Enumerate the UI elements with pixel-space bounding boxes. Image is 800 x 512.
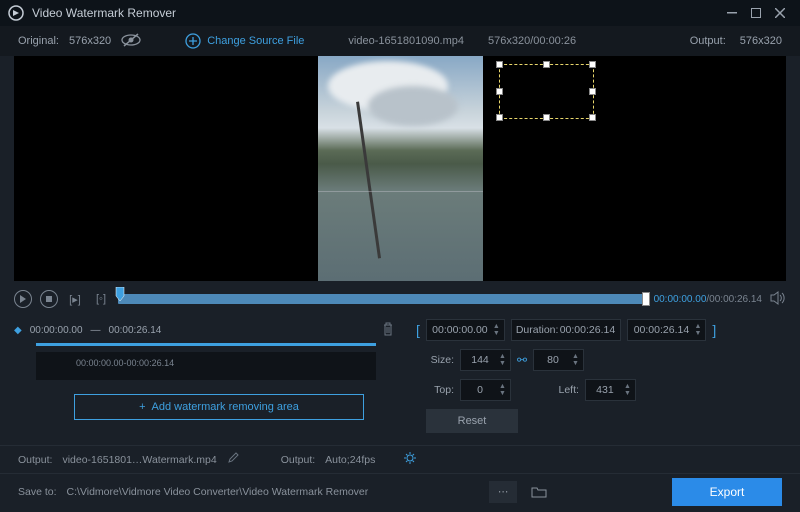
segment-track[interactable]: 00:00:00.00-00:00:26.14 [36,352,376,380]
save-bar: Save to: C:\Vidmore\Vidmore Video Conver… [0,473,800,509]
spin-up[interactable]: ▲ [499,383,506,390]
open-folder-button[interactable] [527,481,551,503]
app-title: Video Watermark Remover [32,6,720,20]
preview-toggle-icon[interactable] [121,33,141,50]
close-button[interactable] [768,1,792,25]
original-dimensions: 576x320 [69,35,111,47]
browse-path-button[interactable]: ⋯ [489,481,517,503]
segment-range-label: 00:00:00.00-00:00:26.14 [76,358,174,368]
change-source-label: Change Source File [207,35,304,47]
export-button[interactable]: Export [672,478,782,506]
top-field[interactable]: 0▲▼ [460,379,511,401]
snapshot-button[interactable]: [◦] [92,290,110,308]
source-fileinfo: 576x320/00:00:26 [488,35,576,47]
edit-output-name-button[interactable] [227,452,239,467]
plus-icon: + [139,401,145,413]
segment-end: 00:00:26.14 [109,325,162,336]
width-field[interactable]: 144▲▼ [460,349,511,371]
time-display: 00:00:00.00/00:00:26.14 [654,294,762,305]
segment-dash: — [91,325,101,336]
output-bar: Output: video-1651801…Watermark.mp4 Outp… [0,445,800,473]
segment-start: 00:00:00.00 [30,325,83,336]
spin-up[interactable]: ▲ [572,353,579,360]
range-duration-field[interactable]: Duration:00:00:26.14 [511,319,622,341]
height-field[interactable]: 80▲▼ [533,349,584,371]
spin-up[interactable]: ▲ [694,323,701,330]
info-bar: Original: 576x320 Change Source File vid… [0,26,800,56]
titlebar: Video Watermark Remover [0,0,800,26]
scrub-handle-icon[interactable] [115,287,123,303]
output-file-label: Output: [18,454,52,466]
spin-up[interactable]: ▲ [493,323,500,330]
spin-up[interactable]: ▲ [499,353,506,360]
reset-button[interactable]: Reset [426,409,518,433]
lower-panels: ◆ 00:00:00.00 — 00:00:26.14 00:00:00.00-… [0,313,800,441]
range-start-bracket-button[interactable]: [ [416,322,420,338]
play-button[interactable] [14,290,32,308]
size-label: Size: [416,354,454,366]
spin-down[interactable]: ▼ [694,330,701,337]
delete-segment-button[interactable] [382,322,394,339]
spin-down[interactable]: ▼ [493,330,500,337]
plus-circle-icon [185,33,201,49]
add-watermark-area-button[interactable]: + Add watermark removing area [74,394,364,420]
range-end-bracket-button[interactable]: ] [712,322,716,338]
volume-button[interactable] [770,291,786,308]
saveto-label: Save to: [18,486,57,498]
app-logo-icon [8,5,24,21]
segment-progress [36,343,376,346]
maximize-button[interactable] [744,1,768,25]
spin-down[interactable]: ▼ [499,390,506,397]
segment-icon: ◆ [14,325,22,336]
left-label: Left: [541,384,579,396]
range-start-field[interactable]: 00:00:00.00▲▼ [426,319,505,341]
change-source-button[interactable]: Change Source File [185,33,304,49]
save-path: C:\Vidmore\Vidmore Video Converter\Video… [67,486,369,498]
link-dimensions-button[interactable]: ⚯ [517,353,527,367]
output-label: Output: [690,35,726,47]
preview-area [14,56,786,281]
step-forward-button[interactable]: [▸] [66,290,84,308]
top-label: Top: [416,384,454,396]
output-settings-button[interactable] [403,451,417,468]
add-area-label: Add watermark removing area [152,401,299,413]
timeline-scrubber[interactable] [118,294,646,304]
playback-bar: [▸] [◦] 00:00:00.00/00:00:26.14 [0,285,800,313]
segments-panel: ◆ 00:00:00.00 — 00:00:26.14 00:00:00.00-… [14,319,394,441]
video-canvas[interactable] [204,56,596,281]
properties-panel: [ 00:00:00.00▲▼ Duration:00:00:26.14 00:… [416,319,786,441]
end-marker-icon[interactable] [642,292,650,306]
stop-button[interactable] [40,290,58,308]
original-label: Original: [18,35,59,47]
spin-up[interactable]: ▲ [624,383,631,390]
output-format-label: Output: [281,454,315,466]
range-end-field[interactable]: 00:00:26.14▲▼ [627,319,706,341]
left-field[interactable]: 431▲▼ [585,379,636,401]
watermark-selection-box[interactable] [499,64,594,119]
spin-down[interactable]: ▼ [624,390,631,397]
output-format-value: Auto;24fps [325,454,375,466]
output-dimensions: 576x320 [740,35,782,47]
output-file-value: video-1651801…Watermark.mp4 [62,454,216,466]
spin-down[interactable]: ▼ [572,360,579,367]
source-filename: video-1651801090.mp4 [348,35,464,47]
minimize-button[interactable] [720,1,744,25]
spin-down[interactable]: ▼ [499,360,506,367]
